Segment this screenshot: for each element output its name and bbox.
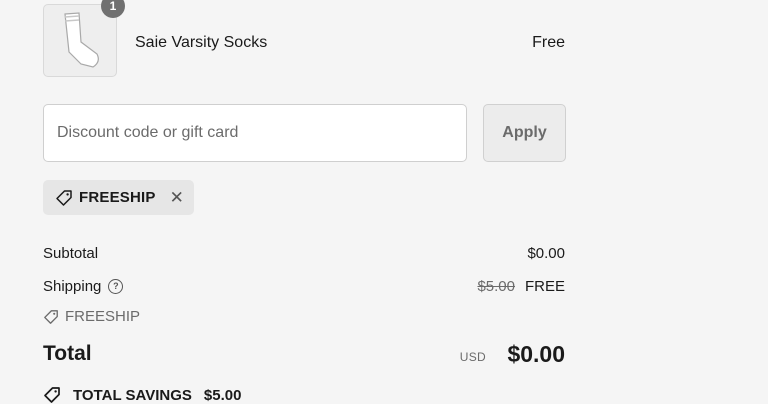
applied-discount-chip: FREESHIP ✕ <box>43 180 194 215</box>
currency-code: USD <box>459 350 486 364</box>
shipping-code-label: FREESHIP <box>65 308 141 325</box>
shipping-label: Shipping <box>43 278 102 295</box>
apply-discount-button[interactable]: Apply <box>483 104 566 162</box>
subtotal-value: $0.00 <box>527 245 565 262</box>
shipping-price: FREE <box>524 278 565 295</box>
total-savings-label: TOTAL SAVINGS <box>73 386 192 404</box>
product-name: Saie Varsity Socks <box>135 34 268 51</box>
quantity-badge: 1 <box>101 0 125 18</box>
shipping-row-label: Shipping ? <box>43 278 124 295</box>
shipping-discount-code: FREESHIP <box>43 308 140 325</box>
tag-icon <box>43 309 59 325</box>
close-icon[interactable]: ✕ <box>170 189 184 206</box>
subtotal-label: Subtotal <box>43 245 99 262</box>
cart-line-item: 1 Saie Varsity Socks Free <box>43 0 565 79</box>
product-price: Free <box>532 34 565 51</box>
total-savings-value: $5.00 <box>203 386 242 404</box>
total-value: $0.00 <box>507 341 565 367</box>
shipping-original-price: $5.00 <box>477 278 515 295</box>
tag-icon <box>55 189 73 207</box>
applied-code-label: FREESHIP <box>79 189 156 206</box>
tag-icon <box>43 386 61 404</box>
help-icon[interactable]: ? <box>108 279 124 294</box>
total-label: Total <box>43 342 92 365</box>
discount-code-input[interactable] <box>43 104 467 162</box>
total-savings: TOTAL SAVINGS $5.00 <box>43 386 241 404</box>
sock-icon <box>64 12 99 68</box>
